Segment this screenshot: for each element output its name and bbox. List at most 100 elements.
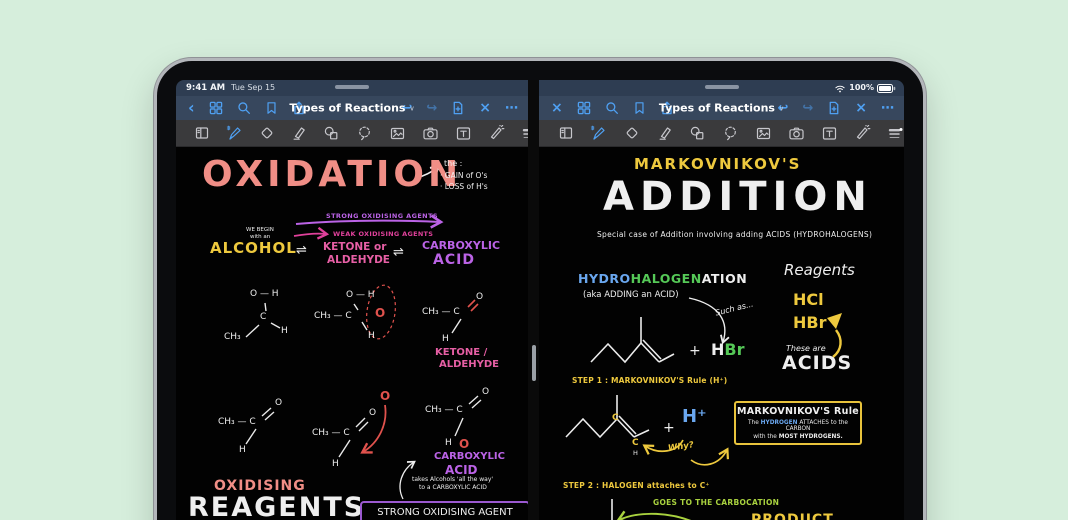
ink-atom: H [445, 439, 452, 448]
ink-text: · LOSS of H's [440, 183, 488, 191]
pen-tool-icon[interactable] [590, 125, 607, 142]
ink-atom: CH₃ — C [218, 418, 256, 427]
ink-atom: C [632, 439, 639, 448]
ink-text: WEAK OXIDISING AGENTS [333, 231, 433, 238]
stroke-style-icon[interactable] [887, 125, 904, 142]
shapes-tool-icon[interactable] [689, 125, 706, 142]
close-icon[interactable]: × [479, 101, 491, 115]
ink-text-goes: GOES TO THE CARBOCATION [653, 499, 779, 507]
ink-text: takes Alcohols 'all the way' [412, 477, 493, 483]
redo-icon[interactable]: ↪ [802, 102, 813, 115]
ink-text: CARBOXYLIC [434, 452, 505, 462]
wifi-icon [834, 84, 846, 93]
eraser-tool-icon[interactable] [623, 125, 640, 142]
bookmark-icon[interactable] [265, 101, 278, 115]
ink-atom: C [260, 313, 266, 322]
text-tool-icon[interactable] [455, 125, 472, 142]
back-icon[interactable]: ‹ [188, 100, 195, 116]
ink-atom: CH₃ — C [312, 429, 350, 438]
note-canvas-right[interactable]: MARKOVNIKOV'S ADDITION Special case of A… [539, 147, 904, 520]
sidebar-tool-icon[interactable] [557, 125, 574, 142]
ink-text-alcohol: ALCOHOL [210, 241, 297, 256]
split-view-handle[interactable] [532, 345, 536, 381]
ink-text: ACID [445, 464, 478, 476]
document-title[interactable]: Types of Reactions ∨ [659, 102, 784, 115]
ink-atom: CH₃ [224, 333, 241, 342]
more-icon[interactable]: ⋯ [505, 102, 518, 115]
ink-atom: O [369, 409, 376, 418]
ink-text: ALDEHYDE [327, 255, 390, 266]
ink-atom-red-o: O [380, 390, 390, 402]
ink-atom: O — H [346, 291, 375, 300]
status-time: 9:41 AM [186, 84, 225, 93]
camera-tool-icon[interactable] [422, 125, 439, 142]
ink-atom: CH₃ — C [422, 308, 460, 317]
ink-atom: CH₃ — C [425, 406, 463, 415]
laser-tool-icon[interactable] [854, 125, 871, 142]
strong-oxidising-agent-box: STRONG OXIDISING AGENT [360, 501, 528, 520]
image-tool-icon[interactable] [389, 125, 406, 142]
window-grabber[interactable] [335, 85, 369, 89]
status-date: Tue Sep 15 [231, 84, 275, 92]
camera-tool-icon[interactable] [788, 125, 805, 142]
highlighter-tool-icon[interactable] [656, 125, 673, 142]
text-tool-icon[interactable] [821, 125, 838, 142]
ipad-device: 9:41 AM Tue Sep 15 ‹ Types of Reactions … [154, 58, 926, 520]
thumbnails-grid-icon[interactable] [577, 101, 591, 115]
battery-percent: 100% [849, 84, 874, 92]
ink-text: ⇌ [296, 244, 307, 257]
nav-bar-left: ‹ Types of Reactions ∨ ↩ ↪ × ⋯ [176, 96, 528, 120]
ink-text: ALDEHYDE [439, 360, 499, 370]
ink-text-product: PRODUCT [751, 513, 834, 520]
lasso-tool-icon[interactable] [356, 125, 373, 142]
note-canvas-left[interactable]: OXIDATION the : · GAIN of O's · LOSS of … [176, 147, 528, 520]
ink-atom: H [633, 450, 638, 457]
more-icon[interactable]: ⋯ [881, 102, 894, 115]
shapes-tool-icon[interactable] [323, 125, 340, 142]
ink-text-hplus: H⁺ [682, 408, 707, 426]
search-icon[interactable] [237, 101, 251, 115]
search-icon[interactable] [605, 101, 619, 115]
pen-tool-icon[interactable] [226, 125, 243, 142]
ink-subtitle: Special case of Addition involving addin… [597, 231, 872, 239]
add-page-icon[interactable] [451, 101, 465, 115]
rule-box-line2: with the MOST HYDROGENS. [736, 434, 860, 440]
ink-text-oxidising: OXIDISING [214, 479, 306, 493]
ink-text: CARBOXYLIC [422, 240, 500, 251]
ink-text-step2: STEP 2 : HALOGEN attaches to C⁺ [563, 482, 710, 490]
ink-text: Br [724, 340, 744, 359]
ink-text-step1: STEP 1 : MARKOVNIKOV'S Rule (H⁺) [572, 377, 727, 385]
ink-text: the : [444, 160, 462, 168]
redo-icon[interactable]: ↪ [426, 102, 437, 115]
close-icon[interactable]: × [551, 101, 563, 115]
ink-atom: H [442, 335, 449, 344]
document-title-label: Types of Reactions [659, 102, 775, 115]
bookmark-icon[interactable] [633, 101, 646, 115]
sidebar-tool-icon[interactable] [194, 125, 210, 142]
ink-text-why: Why? [668, 441, 695, 453]
close-icon[interactable]: × [855, 101, 867, 115]
ink-atom: CH₃ — C [314, 312, 352, 321]
tool-bar-left [176, 120, 528, 147]
ink-title-markovnikovs: MARKOVNIKOV'S [634, 157, 801, 172]
ink-text: KETONE / [435, 348, 487, 358]
eraser-tool-icon[interactable] [259, 125, 275, 142]
laser-tool-icon[interactable] [488, 125, 505, 142]
lasso-tool-icon[interactable] [722, 125, 739, 142]
goodnotes-window-right: 100% × Types of Reactions ∨ ↩ ↪ × ⋯ [539, 80, 904, 520]
ink-text: + [689, 344, 701, 358]
ink-atom: H [332, 460, 339, 469]
highlighter-tool-icon[interactable] [291, 125, 307, 142]
ink-atom: O — H [250, 290, 279, 299]
window-grabber[interactable] [705, 85, 739, 89]
goodnotes-window-left: 9:41 AM Tue Sep 15 ‹ Types of Reactions … [176, 80, 528, 520]
tool-bar-right [539, 120, 904, 147]
ink-atom: O [275, 399, 282, 408]
ink-atom-red-o: O [459, 438, 469, 450]
thumbnails-grid-icon[interactable] [209, 101, 223, 115]
document-title[interactable]: Types of Reactions ∨ [289, 102, 414, 115]
ink-text: H [711, 340, 724, 359]
add-page-icon[interactable] [827, 101, 841, 115]
image-tool-icon[interactable] [755, 125, 772, 142]
ink-text: STRONG OXIDISING AGENT [377, 508, 512, 518]
